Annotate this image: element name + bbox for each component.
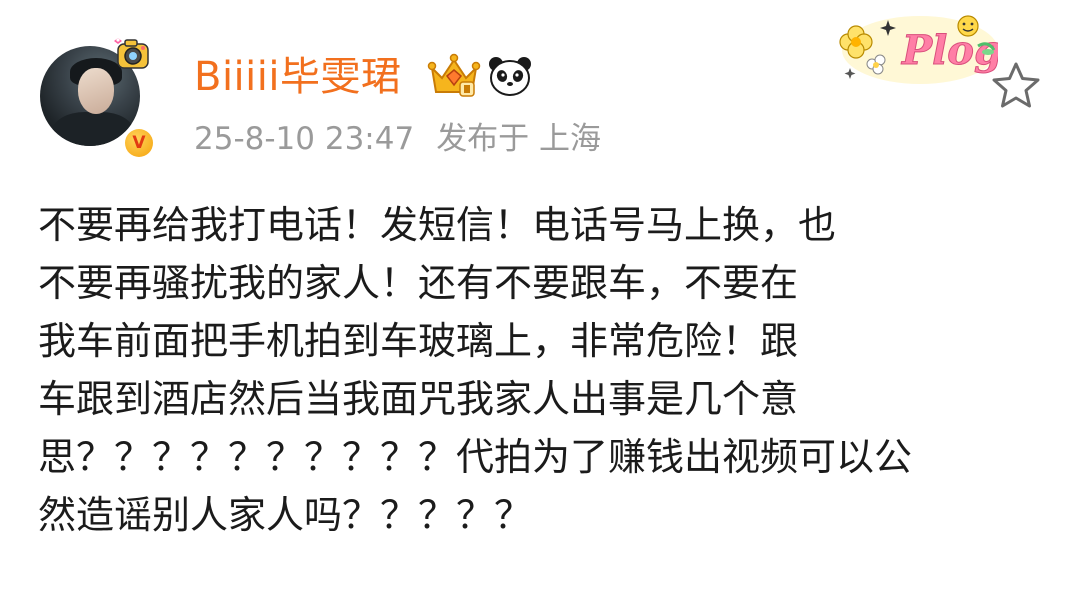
plog-decoration-icon: Plog bbox=[839, 15, 998, 84]
author-name[interactable]: Biiiii毕雯珺 bbox=[194, 52, 402, 102]
post-content: 不要再给我打电话！发短信！电话号马上换，也 不要再骚扰我的家人！还有不要跟车，不… bbox=[38, 196, 1038, 544]
post-text-line: 思？？？？？？？？？？代拍为了赚钱出视频可以公 bbox=[38, 435, 913, 479]
camera-decoration-icon bbox=[114, 38, 149, 69]
author-avatar-wrap[interactable]: V bbox=[40, 38, 156, 166]
post-location: 发布于 上海 bbox=[436, 121, 602, 157]
crown-badge-icon[interactable] bbox=[426, 52, 482, 100]
post-text-line: 然造谣别人家人吗？？？？？ bbox=[38, 493, 533, 537]
verified-badge: V bbox=[122, 126, 156, 160]
post-timestamp: 25-8-10 23:47 bbox=[194, 121, 415, 157]
post-text-line: 不要再骚扰我的家人！还有不要跟车，不要在 bbox=[38, 261, 799, 305]
post-meta: 25-8-10 23:47 发布于 上海 bbox=[194, 118, 601, 160]
post-text-line: 车跟到酒店然后当我面咒我家人出事是几个意 bbox=[38, 377, 799, 421]
post-text-line: 不要再给我打电话！发短信！电话号马上换，也 bbox=[38, 203, 837, 247]
verified-v-icon: V bbox=[125, 129, 153, 157]
post-text-line: 我车前面把手机拍到车玻璃上，非常危险！跟 bbox=[38, 319, 799, 363]
panda-badge-icon[interactable] bbox=[486, 54, 534, 98]
favorite-star-icon[interactable] bbox=[990, 60, 1042, 110]
